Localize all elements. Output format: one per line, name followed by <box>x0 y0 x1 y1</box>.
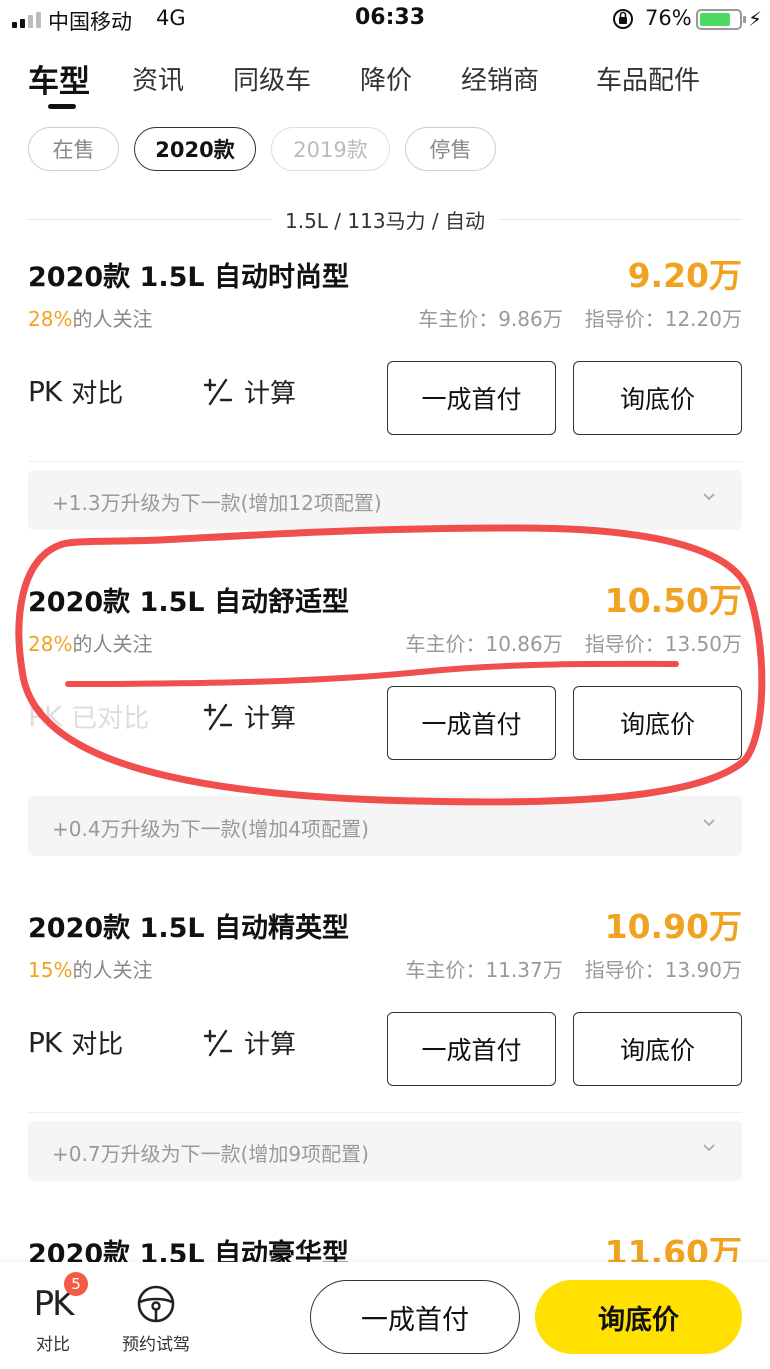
trim-name[interactable]: 2020款 1.5L 自动时尚型 <box>28 255 349 294</box>
engine-group-header: 1.5L / 113马力 / 自动 <box>28 205 742 235</box>
attention-text: 15%的人关注 <box>28 958 153 982</box>
chip-discontinued[interactable]: 停售 <box>405 127 496 171</box>
trim-name[interactable]: 2020款 1.5L 自动精英型 <box>28 906 349 945</box>
battery-percent: 76% <box>645 6 692 30</box>
pk-compared-button[interactable]: PK 已对比 <box>28 698 149 735</box>
attention-text: 28%的人关注 <box>28 307 153 331</box>
ask-price-button[interactable]: 询底价 <box>573 686 742 760</box>
test-drive-label: 预约试驾 <box>122 1335 190 1355</box>
network-label: 4G <box>156 6 186 30</box>
tab-rivals[interactable]: 同级车 <box>233 60 311 97</box>
chip-2020[interactable]: 2020款 <box>134 127 256 171</box>
tab-accessories[interactable]: 车品配件 <box>596 60 700 97</box>
engine-group-label: 1.5L / 113马力 / 自动 <box>270 209 500 233</box>
trim-card: 2020款 1.5L 自动豪华型 11.60万 <box>0 1232 770 1272</box>
pk-compare-label: 对比 <box>36 1335 70 1355</box>
active-tab-indicator <box>48 104 76 109</box>
trim-card: 2020款 1.5L 自动舒适型 10.50万 28%的人关注 车主价：10.8… <box>0 580 770 780</box>
tab-price-drop[interactable]: 降价 <box>360 60 412 97</box>
chevron-down-icon <box>703 493 715 501</box>
signal-icon <box>12 12 41 28</box>
reference-prices: 车主价：11.37万 指导价：13.90万 <box>405 958 742 982</box>
pk-compare-tab[interactable]: PK 5 对比 <box>28 1272 88 1355</box>
chevron-down-icon <box>703 819 715 827</box>
ask-price-button[interactable]: 询底价 <box>573 1012 742 1086</box>
reference-prices: 车主价：9.86万 指导价：12.20万 <box>418 307 742 331</box>
ask-price-button[interactable]: 询底价 <box>573 361 742 435</box>
clock: 06:33 <box>355 5 426 30</box>
bottom-action-bar: PK 5 对比 预约试驾 一成首付 询底价 <box>0 1262 770 1369</box>
calculator-button[interactable]: 计算 <box>202 698 296 735</box>
attention-text: 28%的人关注 <box>28 632 153 656</box>
trim-card: 2020款 1.5L 自动时尚型 9.20万 28%的人关注 车主价：9.86万… <box>0 255 770 455</box>
upgrade-bar[interactable]: +0.7万升级为下一款(增加9项配置) <box>28 1121 742 1181</box>
charging-icon: ⚡ <box>748 7 763 31</box>
test-drive-tab[interactable]: 预约试驾 <box>116 1284 196 1355</box>
tab-models[interactable]: 车型 <box>28 56 90 101</box>
ask-price-cta[interactable]: 询底价 <box>535 1280 742 1354</box>
reference-prices: 车主价：10.86万 指导价：13.50万 <box>405 632 742 656</box>
pk-compare-button[interactable]: PK 对比 <box>28 373 123 410</box>
down-payment-button[interactable]: 一成首付 <box>387 686 556 760</box>
down-payment-button[interactable]: 一成首付 <box>387 1012 556 1086</box>
upgrade-bar[interactable]: +1.3万升级为下一款(增加12项配置) <box>28 470 742 530</box>
upgrade-bar[interactable]: +0.4万升级为下一款(增加4项配置) <box>28 796 742 856</box>
calculator-icon <box>203 378 233 405</box>
year-filter: 在售 2020款 2019款 停售 <box>0 127 770 171</box>
compare-count-badge: 5 <box>64 1272 88 1296</box>
chevron-down-icon <box>703 1144 715 1152</box>
carrier-label: 中国移动 <box>48 10 132 34</box>
trim-price: 10.90万 <box>604 907 742 946</box>
trim-card: 2020款 1.5L 自动精英型 10.90万 15%的人关注 车主价：11.3… <box>0 906 770 1106</box>
pk-compare-button[interactable]: PK 对比 <box>28 1024 123 1061</box>
steering-wheel-icon <box>137 1285 175 1323</box>
down-payment-cta[interactable]: 一成首付 <box>310 1280 520 1354</box>
status-bar: 中国移动 4G 06:33 76% ⚡ <box>0 0 770 40</box>
chip-2019[interactable]: 2019款 <box>271 127 390 171</box>
trim-name[interactable]: 2020款 1.5L 自动舒适型 <box>28 580 349 619</box>
down-payment-button[interactable]: 一成首付 <box>387 361 556 435</box>
calculator-icon <box>203 1029 233 1056</box>
top-tabs: 车型 资讯 同级车 降价 经销商 车品配件 <box>0 56 770 116</box>
battery-icon <box>696 9 746 30</box>
tab-news[interactable]: 资讯 <box>132 60 184 97</box>
tab-dealers[interactable]: 经销商 <box>461 60 539 97</box>
calculator-button[interactable]: 计算 <box>202 1024 296 1061</box>
chip-on-sale[interactable]: 在售 <box>28 127 119 171</box>
trim-price: 9.20万 <box>627 256 742 295</box>
trim-price: 10.50万 <box>604 581 742 620</box>
rotation-lock-icon <box>613 9 633 29</box>
calculator-button[interactable]: 计算 <box>202 373 296 410</box>
calculator-icon <box>203 703 233 730</box>
